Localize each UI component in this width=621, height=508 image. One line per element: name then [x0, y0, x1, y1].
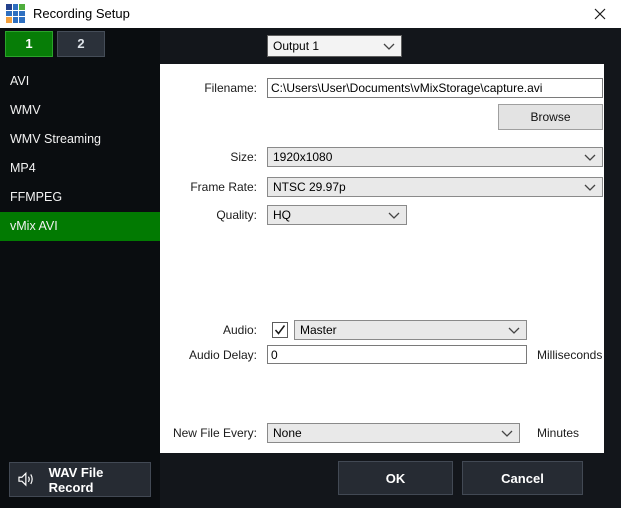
- frame-rate-select[interactable]: NTSC 29.97p: [267, 177, 603, 197]
- chevron-down-icon: [508, 327, 526, 334]
- chevron-down-icon: [584, 154, 602, 161]
- sidebar-item-ffmpeg[interactable]: FFMPEG: [0, 183, 160, 212]
- audio-checkbox[interactable]: [272, 322, 288, 338]
- chevron-down-icon: [383, 43, 401, 50]
- window-title: Recording Setup: [33, 6, 130, 21]
- quality-label: Quality:: [216, 208, 257, 222]
- wav-file-record-button[interactable]: WAV File Record: [9, 462, 151, 497]
- frame-rate-label: Frame Rate:: [190, 180, 257, 194]
- audio-delay-label: Audio Delay:: [188, 348, 257, 362]
- quality-select[interactable]: HQ: [267, 205, 407, 225]
- sidebar-item-avi[interactable]: AVI: [0, 67, 160, 96]
- audio-delay-unit: Milliseconds: [537, 348, 603, 362]
- title-bar: Recording Setup: [0, 0, 621, 28]
- audio-bus-select[interactable]: Master: [294, 320, 527, 340]
- close-icon: [594, 8, 606, 20]
- quality-select-value: HQ: [273, 208, 291, 222]
- frame-rate-select-value: NTSC 29.97p: [273, 180, 346, 194]
- close-button[interactable]: [585, 0, 615, 28]
- audio-label: Audio:: [222, 323, 257, 337]
- output-select[interactable]: Output 1: [267, 35, 402, 57]
- sidebar-item-wmv[interactable]: WMV: [0, 96, 160, 125]
- audio-delay-input[interactable]: [267, 345, 527, 364]
- audio-bus-select-value: Master: [300, 323, 337, 337]
- checkmark-icon: [274, 325, 286, 335]
- size-select[interactable]: 1920x1080: [267, 147, 603, 167]
- new-file-every-select[interactable]: None: [267, 423, 520, 443]
- cancel-button[interactable]: Cancel: [462, 461, 583, 495]
- chevron-down-icon: [388, 212, 406, 219]
- speaker-icon: [18, 471, 33, 487]
- size-select-value: 1920x1080: [273, 150, 333, 164]
- vmix-logo-icon: [6, 4, 26, 24]
- tab-recorder-2[interactable]: 2: [57, 31, 105, 57]
- filename-label: Filename:: [204, 81, 257, 95]
- new-file-every-label: New File Every:: [172, 426, 257, 440]
- settings-panel: Filename: Browse Size: 1920x1080 Frame R…: [160, 64, 604, 453]
- sidebar-item-wmv-streaming[interactable]: WMV Streaming: [0, 125, 160, 154]
- sidebar-item-mp4[interactable]: MP4: [0, 154, 160, 183]
- recording-setup-dialog: Recording Setup 1 2 Output 1 AVI WMV WMV…: [0, 0, 621, 508]
- sidebar-item-vmix-avi[interactable]: vMix AVI: [0, 212, 160, 241]
- browse-button[interactable]: Browse: [498, 104, 603, 130]
- new-file-every-unit: Minutes: [537, 426, 580, 440]
- chevron-down-icon: [501, 430, 519, 437]
- format-list: AVI WMV WMV Streaming MP4 FFMPEG vMix AV…: [0, 67, 160, 241]
- output-select-value: Output 1: [273, 39, 320, 53]
- wav-file-record-label: WAV File Record: [48, 464, 104, 495]
- size-label: Size:: [230, 150, 257, 164]
- chevron-down-icon: [584, 184, 602, 191]
- filename-input[interactable]: [267, 78, 603, 98]
- tab-recorder-1[interactable]: 1: [5, 31, 53, 57]
- ok-button[interactable]: OK: [338, 461, 453, 495]
- new-file-every-select-value: None: [273, 426, 302, 440]
